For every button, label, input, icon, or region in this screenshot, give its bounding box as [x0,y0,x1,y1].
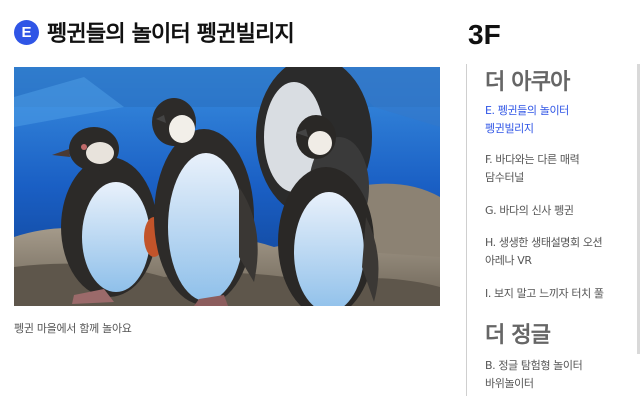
page: E 펭귄들의 놀이터 펭귄빌리지 펭귄 마을에서 함께 놀아요 3F 더 아쿠아… [0,0,642,409]
sidebar-item-ocean-arena-vr[interactable]: H. 생생한 생태설명회 오션 아레나 VR [485,234,625,270]
sidebar-item-rock-playground[interactable]: B. 정글 탐험형 놀이터 바위놀이터 [485,357,625,393]
page-title: 펭귄들의 놀이터 펭귄빌리지 [47,22,295,47]
sidebar-item-line: H. 생생한 생태설명회 오션 [485,236,603,249]
sidebar-item-line: G. 바다의 신사 펭귄 [485,204,574,217]
sidebar-item-line: F. 바다와는 다른 매력 [485,153,580,166]
sidebar-item-line: 바위놀이터 [485,377,534,390]
sidebar-item-gentleman-penguin[interactable]: G. 바다의 신사 펭귄 [485,202,625,220]
penguin-photo [14,67,440,306]
sidebar-item-line: 펭귄빌리지 [485,122,534,135]
sidebar-item-line: 아레나 VR [485,254,532,267]
sidebar-item-penguin-village[interactable]: E. 펭귄들의 놀이터 펭귄빌리지 [485,102,625,138]
sidebar-item-line: I. 보지 말고 느끼자 터치 풀 [485,287,604,300]
sidebar: 더 아쿠아 E. 펭귄들의 놀이터 펭귄빌리지 F. 바다와는 다른 매력 담수… [466,64,627,396]
sidebar-section-heading: 더 아쿠아 [485,70,570,95]
sidebar-item-line: E. 펭귄들의 놀이터 [485,104,569,117]
sidebar-section-heading: 더 정글 [485,323,551,348]
photo-caption: 펭귄 마을에서 함께 놀아요 [14,322,132,335]
floor-label: 3F [468,19,501,50]
sidebar-item-line: B. 정글 탐험형 놀이터 [485,359,583,372]
sidebar-item-freshwater-tunnel[interactable]: F. 바다와는 다른 매력 담수터널 [485,151,625,187]
sidebar-item-touch-pool[interactable]: I. 보지 말고 느끼자 터치 풀 [485,285,625,303]
sidebar-item-line: 담수터널 [485,171,524,184]
sidebar-scrollbar[interactable] [637,64,640,354]
penguin-illustration [14,67,440,306]
title-row: E 펭귄들의 놀이터 펭귄빌리지 [14,17,295,47]
zone-badge: E [14,19,39,45]
